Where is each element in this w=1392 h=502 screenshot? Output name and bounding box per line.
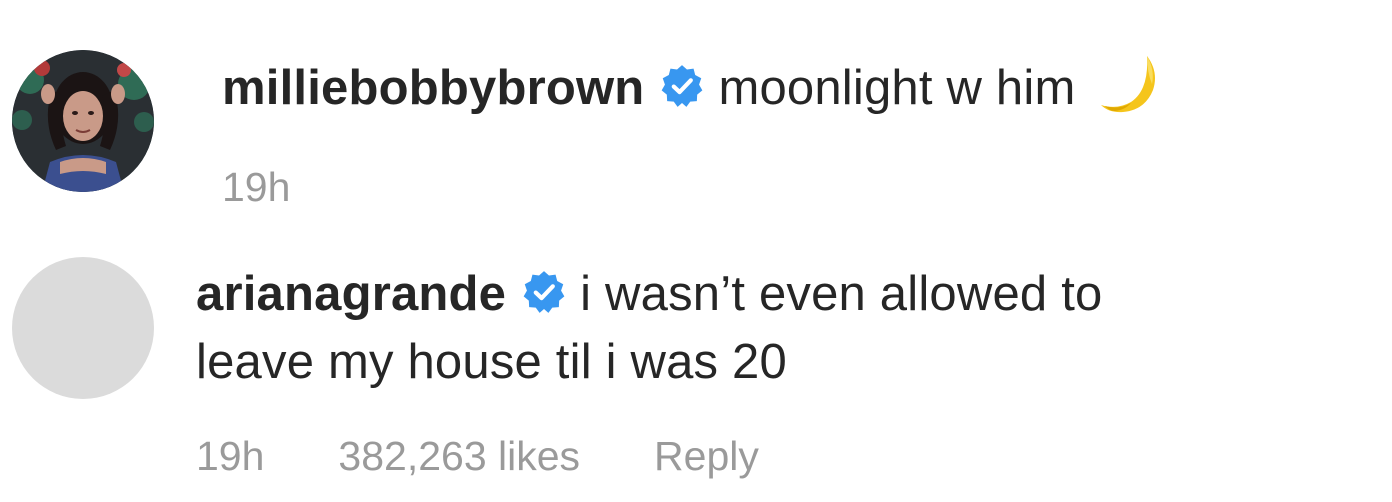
comment-meta: 19h [222, 162, 364, 212]
verified-badge-icon [522, 270, 566, 314]
comment-username[interactable]: arianagrande [196, 267, 506, 321]
comment-body-line-2: leave my house til i was 20 [196, 331, 787, 393]
avatar[interactable] [12, 257, 154, 399]
comment-item: milliebobbybrown moonlight w him 19h [0, 0, 1392, 230]
comment-timestamp: 19h [222, 164, 291, 210]
profile-photo-icon [12, 50, 154, 192]
comment-body-line-1: arianagrande i wasn’t even allowed to [196, 263, 1102, 325]
comment-text: leave my house til i was 20 [196, 335, 787, 389]
comment-body: milliebobbybrown moonlight w him [222, 56, 1167, 126]
comment-text: i wasn’t even allowed to [580, 267, 1103, 321]
comment-text: moonlight w him [718, 60, 1076, 115]
likes-count-link[interactable]: 382,263 likes [338, 431, 580, 481]
comment-meta: 19h 382,263 likes Reply [196, 431, 833, 481]
comment-username[interactable]: milliebobbybrown [222, 61, 644, 115]
avatar[interactable] [12, 50, 154, 192]
comment-item: arianagrande i wasn’t even allowed to lea… [0, 230, 1392, 502]
verified-badge-icon [660, 64, 704, 108]
reply-button[interactable]: Reply [654, 431, 759, 481]
crescent-moon-icon [1097, 50, 1167, 120]
comment-timestamp: 19h [196, 433, 265, 479]
